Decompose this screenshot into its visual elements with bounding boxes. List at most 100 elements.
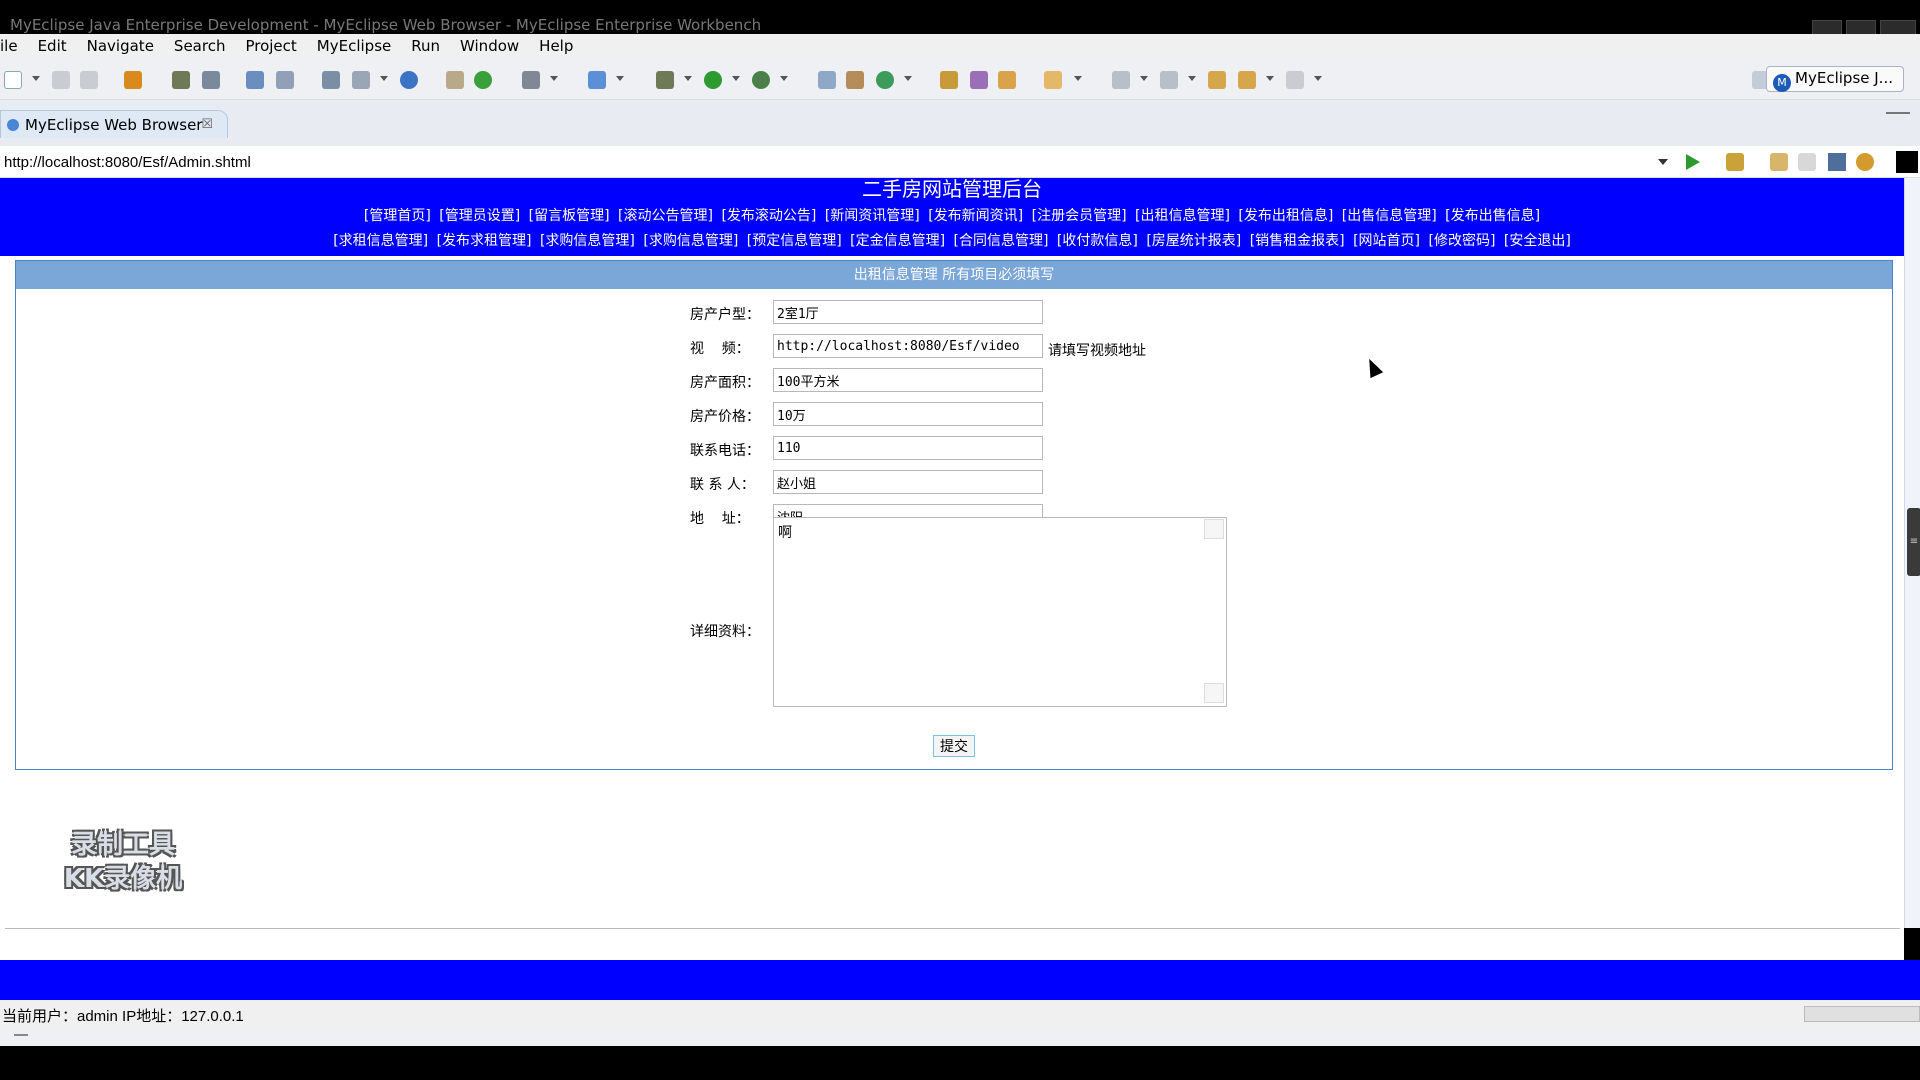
menu-project[interactable]: Project — [235, 34, 306, 58]
nav-link-publish-news[interactable]: [发布新闻资讯] — [928, 208, 1023, 224]
menu-help[interactable]: Help — [529, 34, 583, 58]
folder-icon[interactable] — [446, 71, 464, 89]
redeploy-icon[interactable] — [276, 71, 294, 89]
menu-search[interactable]: Search — [164, 34, 236, 58]
refresh-dropdown-icon[interactable] — [904, 76, 912, 81]
nav-link-publish-sale[interactable]: [发布出售信息] — [1445, 208, 1540, 224]
nav-link-reservations[interactable]: [预定信息管理] — [747, 233, 842, 249]
nav-link-rent-report[interactable]: [销售租金报表] — [1250, 233, 1345, 249]
url-history-dropdown-icon[interactable] — [1658, 159, 1668, 165]
prev-annotation-dropdown-icon[interactable] — [1188, 76, 1196, 81]
debug-settings-icon[interactable] — [172, 71, 190, 89]
video-input[interactable] — [773, 334, 1043, 358]
perspective-button[interactable]: M MyEclipse J... — [1766, 66, 1904, 92]
textarea-scroll-up-icon[interactable] — [1204, 519, 1224, 539]
nav-link-wanted-buy[interactable]: [求购信息管理] — [540, 233, 635, 249]
run-server-icon[interactable] — [474, 71, 492, 89]
nav-link-admin-settings[interactable]: [管理员设置] — [439, 208, 520, 224]
submit-button[interactable]: 提交 — [933, 735, 975, 757]
menu-navigate[interactable]: Navigate — [77, 34, 164, 58]
nav-link-news[interactable]: [新闻资讯管理] — [825, 208, 920, 224]
price-input[interactable] — [773, 402, 1043, 426]
new-icon[interactable] — [4, 71, 22, 89]
run-icon[interactable] — [704, 71, 722, 89]
web-service-icon[interactable] — [846, 71, 864, 89]
open-type-icon[interactable] — [322, 71, 340, 89]
textarea-scroll-down-icon[interactable] — [1204, 683, 1224, 703]
globe-icon[interactable] — [400, 71, 418, 89]
run-dropdown-icon[interactable] — [732, 76, 740, 81]
last-edit-icon[interactable] — [1208, 71, 1226, 89]
maximize-button[interactable] — [1846, 20, 1876, 34]
nav-link-message-board[interactable]: [留言板管理] — [529, 208, 610, 224]
pencil-icon[interactable] — [970, 71, 988, 89]
next-annotation-dropdown-icon[interactable] — [1140, 76, 1148, 81]
open-folder-icon[interactable] — [940, 71, 958, 89]
browser-refresh-icon[interactable] — [1856, 153, 1874, 171]
nav-link-wanted-rent[interactable]: [求租信息管理] — [333, 233, 428, 249]
save-icon[interactable] — [52, 71, 70, 89]
browser-forward-icon[interactable] — [1798, 153, 1816, 171]
server-icon[interactable] — [202, 71, 220, 89]
nav-link-contracts[interactable]: [合同信息管理] — [954, 233, 1049, 249]
page-scrollbar[interactable]: ≡ — [1904, 178, 1920, 928]
scrollbar-thumb[interactable]: ≡ — [1907, 508, 1920, 576]
back-dropdown-icon[interactable] — [1266, 76, 1274, 81]
open-resource-dropdown-icon[interactable] — [380, 76, 388, 81]
refresh-icon[interactable] — [876, 71, 894, 89]
nav-link-site-home[interactable]: [网站首页] — [1353, 233, 1420, 249]
menu-run[interactable]: Run — [401, 34, 450, 58]
nav-link-publish-wanted-rent[interactable]: [发布求租管理] — [437, 233, 532, 249]
nav-link-housing-stats[interactable]: [房屋统计报表] — [1146, 233, 1241, 249]
browser-menu-icon[interactable] — [1896, 151, 1918, 173]
close-window-button[interactable] — [1880, 20, 1916, 34]
menu-edit[interactable]: Edit — [28, 34, 77, 58]
debug-icon[interactable] — [656, 71, 674, 89]
details-textarea[interactable]: 啊 — [773, 517, 1227, 707]
phone-input[interactable] — [773, 436, 1043, 460]
nav-link-rental-info[interactable]: [出租信息管理] — [1135, 208, 1230, 224]
xml-icon[interactable] — [818, 71, 836, 89]
nav-link-publish-rental[interactable]: [发布出租信息] — [1238, 208, 1333, 224]
next-annotation-icon[interactable] — [1112, 71, 1130, 89]
minimize-view-icon[interactable] — [1886, 112, 1910, 122]
open-resource-icon[interactable] — [352, 71, 370, 89]
nav-link-members[interactable]: [注册会员管理] — [1032, 208, 1127, 224]
nav-link-payments[interactable]: [收付款信息] — [1057, 233, 1138, 249]
prev-annotation-icon[interactable] — [1160, 71, 1178, 89]
tab-myeclipse-web-browser[interactable]: MyEclipse Web Browser ☒ — [0, 110, 228, 138]
nav-link-change-password[interactable]: [修改密码] — [1428, 233, 1495, 249]
nav-link-sale-info[interactable]: [出售信息管理] — [1342, 208, 1437, 224]
fast-view-icon[interactable] — [14, 1034, 28, 1040]
screenshot-dropdown-icon[interactable] — [550, 76, 558, 81]
save-all-icon[interactable] — [80, 71, 98, 89]
back-icon[interactable] — [1238, 71, 1256, 89]
close-icon[interactable]: ☒ — [201, 117, 213, 132]
area-input[interactable] — [773, 368, 1043, 392]
nav-link-logout[interactable]: [安全退出] — [1504, 233, 1571, 249]
edit-icon[interactable] — [998, 71, 1016, 89]
forward-icon[interactable] — [1286, 71, 1304, 89]
contact-input[interactable] — [773, 470, 1043, 494]
debug-dropdown-icon[interactable] — [684, 76, 692, 81]
package-icon[interactable] — [124, 71, 142, 89]
search-folder-icon[interactable] — [1044, 71, 1062, 89]
browser-back-icon[interactable] — [1770, 153, 1788, 171]
forward-dropdown-icon[interactable] — [1314, 76, 1322, 81]
layout-input[interactable] — [773, 300, 1043, 324]
url-input[interactable] — [0, 150, 1670, 174]
nav-link-wanted-buy-2[interactable]: [求购信息管理] — [643, 233, 738, 249]
menu-file[interactable]: ile — [0, 34, 28, 58]
nav-link-publish-scroll-notice[interactable]: [发布滚动公告] — [721, 208, 816, 224]
external-tools-dropdown-icon[interactable] — [780, 76, 788, 81]
nav-link-scroll-notice[interactable]: [滚动公告管理] — [618, 208, 713, 224]
screenshot-icon[interactable] — [522, 71, 540, 89]
minimize-button[interactable] — [1812, 20, 1842, 34]
deploy-icon[interactable] — [246, 71, 264, 89]
nav-link-deposits[interactable]: [定金信息管理] — [850, 233, 945, 249]
favorites-icon[interactable] — [1726, 153, 1744, 171]
search-folder-dropdown-icon[interactable] — [1074, 76, 1082, 81]
new-dropdown-icon[interactable] — [32, 76, 40, 81]
external-tools-icon[interactable] — [752, 71, 770, 89]
menu-window[interactable]: Window — [450, 34, 529, 58]
